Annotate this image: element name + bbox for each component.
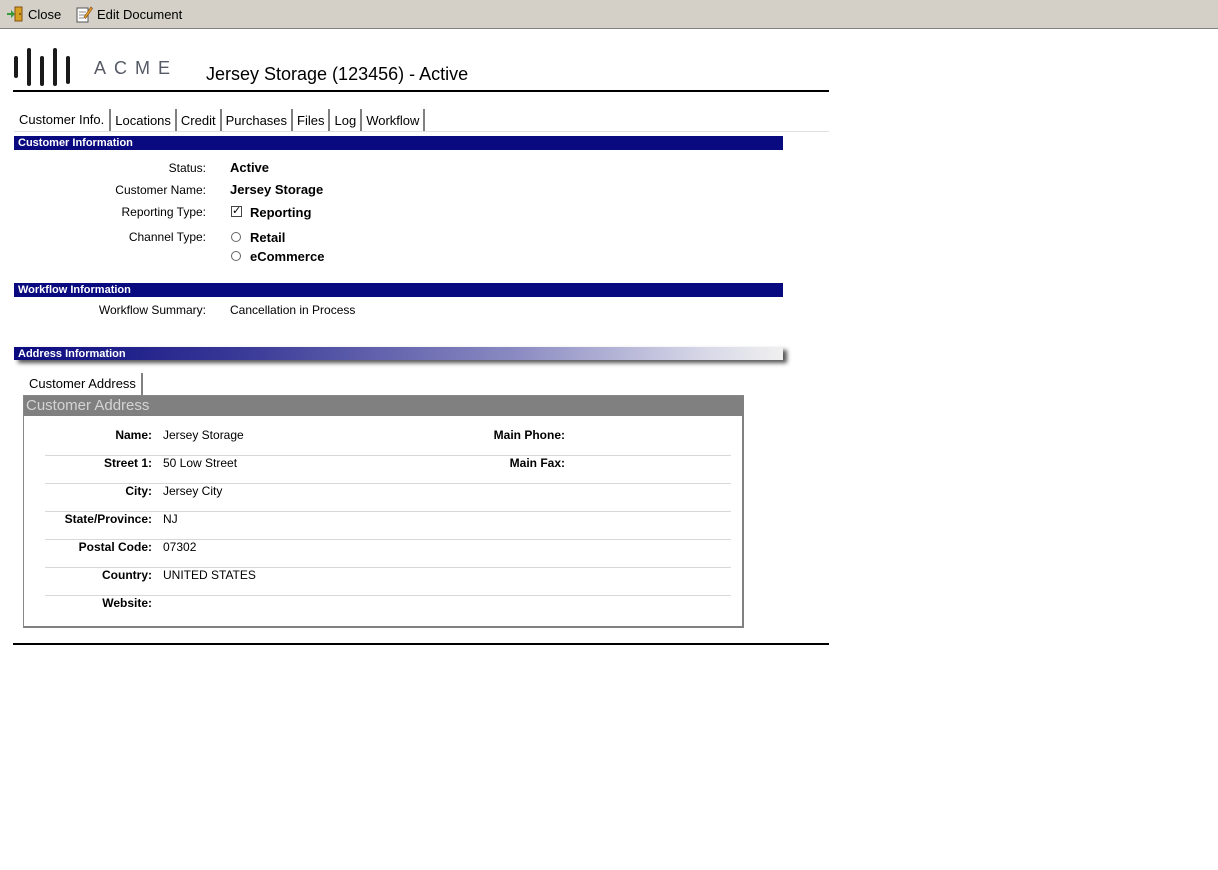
main-fax-label: Main Fax: — [509, 456, 565, 470]
tab-customer-address[interactable]: Customer Address — [24, 373, 143, 395]
table-row: Street 1: 50 Low Street Main Fax: — [45, 456, 731, 484]
state-value: NJ — [163, 512, 178, 526]
tab-credit[interactable]: Credit — [177, 109, 222, 131]
channel-retail-label: Retail — [250, 230, 286, 245]
edit-document-label: Edit Document — [97, 6, 183, 22]
country-value: UNITED STATES — [163, 568, 256, 582]
address-name-value: Jersey Storage — [163, 428, 244, 442]
address-table: Name: Jersey Storage Main Phone: Street … — [45, 428, 731, 623]
workflow-summary-label: Workflow Summary: — [98, 303, 206, 317]
tab-log[interactable]: Log — [330, 109, 363, 131]
customer-address-panel: Customer Address Name: Jersey Storage Ma… — [23, 395, 744, 628]
website-label: Website: — [102, 596, 152, 610]
edit-document-button[interactable]: Edit Document — [76, 4, 182, 24]
customer-name-label: Customer Name: — [115, 183, 206, 197]
main-phone-label: Main Phone: — [493, 428, 565, 442]
address-name-label: Name: — [115, 428, 152, 442]
page-title: Jersey Storage (123456) - Active — [206, 64, 469, 84]
address-information-header: Address Information — [14, 347, 783, 360]
tab-underline — [14, 131, 829, 132]
tab-locations[interactable]: Locations — [111, 109, 177, 131]
header-divider — [13, 90, 829, 92]
status-value: Active — [230, 160, 270, 175]
city-label: City: — [125, 484, 152, 498]
tab-files[interactable]: Files — [293, 109, 331, 131]
street-label: Street 1: — [103, 456, 152, 470]
table-row: Country: UNITED STATES — [45, 568, 731, 596]
postal-code-label: Postal Code: — [78, 540, 152, 554]
customer-information-header: Customer Information — [14, 136, 783, 150]
reporting-checkbox[interactable]: ✓ — [231, 206, 242, 217]
tab-customer-info[interactable]: Customer Info. — [14, 109, 112, 131]
channel-type-label: Channel Type: — [128, 230, 206, 244]
channel-ecommerce-radio[interactable] — [231, 251, 241, 261]
tab-workflow[interactable]: Workflow — [362, 109, 426, 131]
table-row: Postal Code: 07302 — [45, 540, 731, 568]
acme-logo: ACME — [14, 45, 174, 89]
toolbar: Close Edit Document — [0, 0, 1218, 29]
postal-code-value: 07302 — [163, 540, 197, 554]
edit-document-icon — [76, 6, 93, 23]
channel-retail-radio[interactable] — [231, 232, 241, 242]
table-row: Website: — [45, 596, 731, 623]
workflow-summary-value: Cancellation in Process — [230, 303, 356, 317]
city-value: Jersey City — [163, 484, 223, 498]
customer-address-panel-title: Customer Address — [24, 396, 742, 416]
status-label: Status: — [168, 161, 206, 175]
tab-purchases[interactable]: Purchases — [222, 109, 294, 131]
table-row: City: Jersey City — [45, 484, 731, 512]
table-row: State/Province: NJ — [45, 512, 731, 540]
table-row: Name: Jersey Storage Main Phone: — [45, 428, 731, 456]
state-label: State/Province: — [64, 512, 152, 526]
reporting-type-label: Reporting Type: — [121, 205, 207, 219]
close-door-icon — [7, 6, 23, 22]
channel-ecommerce-label: eCommerce — [250, 249, 325, 264]
close-button[interactable]: Close — [6, 4, 61, 24]
close-label: Close — [28, 6, 62, 22]
customer-name-value: Jersey Storage — [230, 182, 324, 197]
country-label: Country: — [102, 568, 152, 582]
reporting-option-label: Reporting — [250, 205, 312, 220]
tab-bar: Customer Info. Locations Credit Purchase… — [14, 109, 426, 131]
street-value: 50 Low Street — [163, 456, 238, 470]
logo-text: ACME — [94, 58, 174, 78]
workflow-information-header: Workflow Information — [14, 283, 783, 297]
footer-divider — [13, 643, 829, 645]
